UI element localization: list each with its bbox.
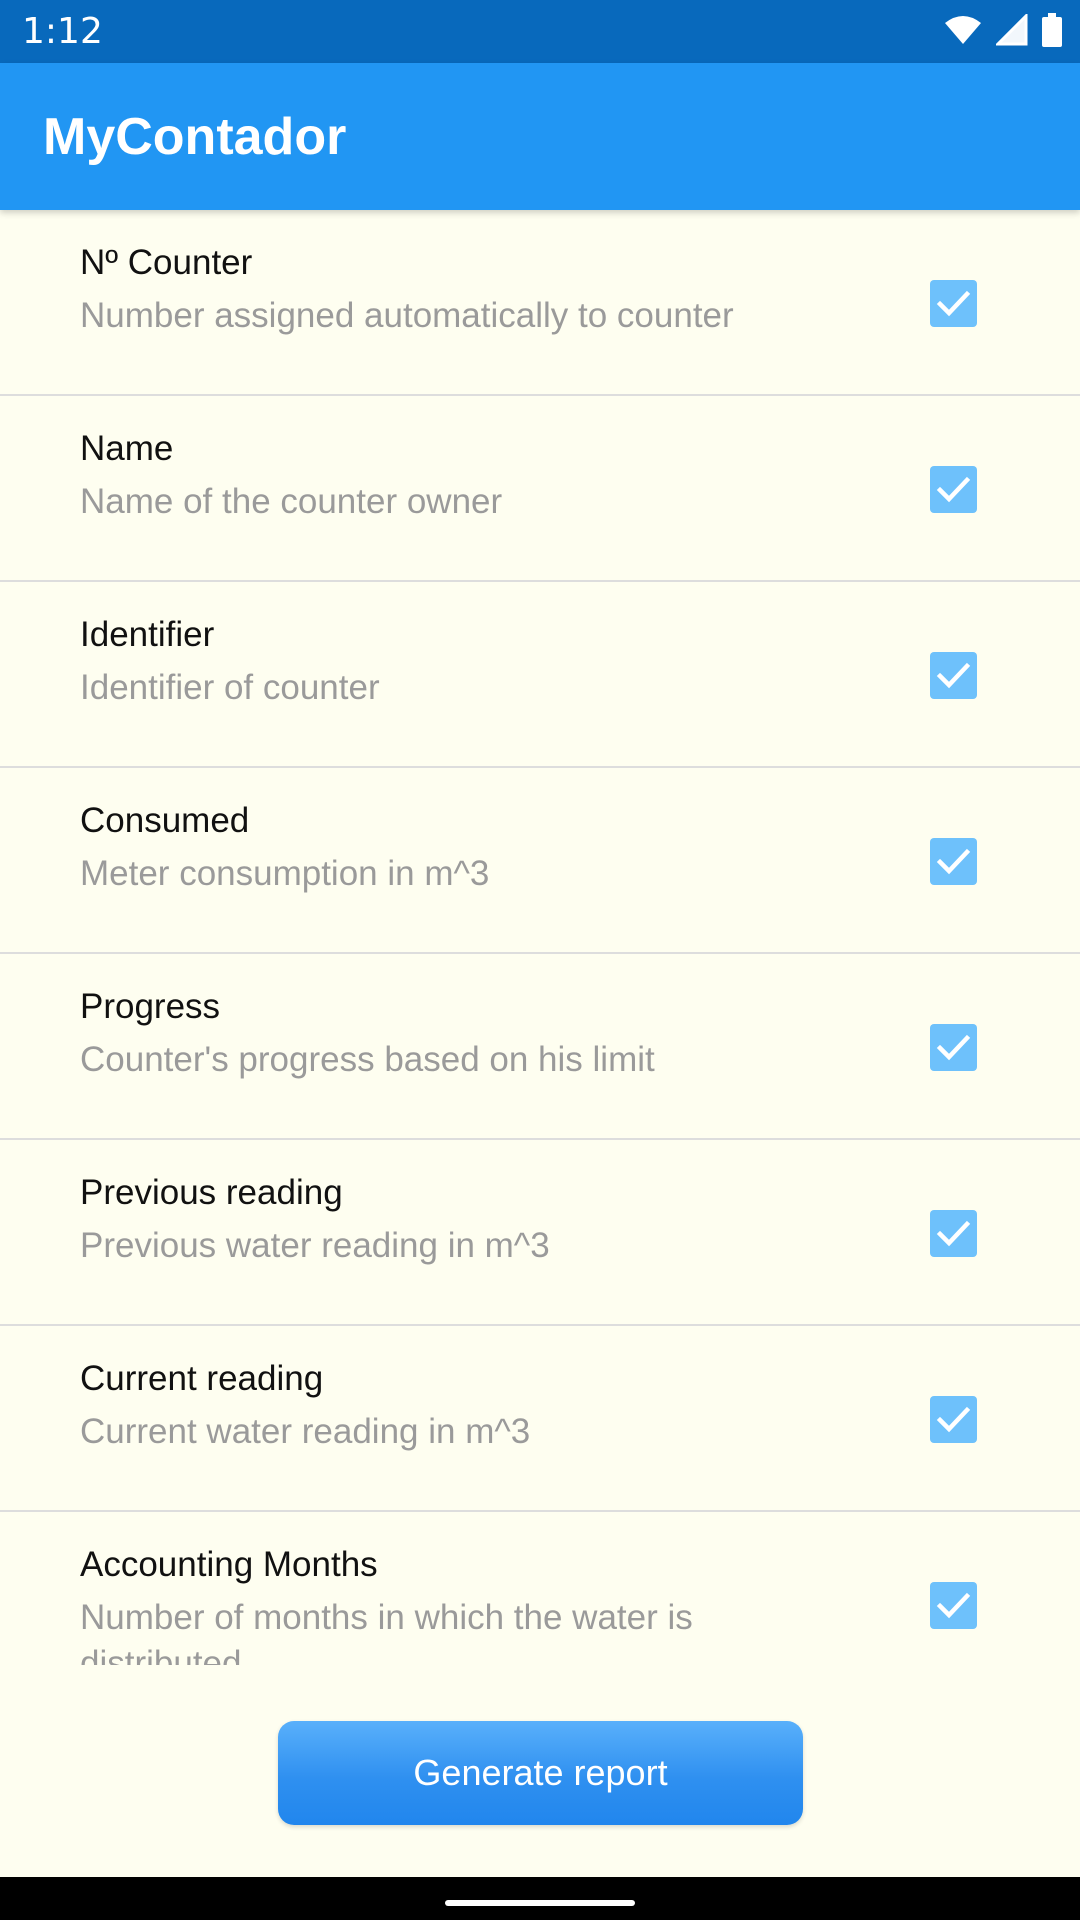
- status-icons: [944, 11, 1062, 52]
- check-icon: [936, 848, 971, 875]
- list-item-previous-reading[interactable]: Previous reading Previous water reading …: [0, 1140, 1080, 1326]
- list-item-counter-number[interactable]: Nº Counter Number assigned automatically…: [0, 210, 1080, 396]
- battery-icon: [1042, 12, 1062, 52]
- report-fields-list: Nº Counter Number assigned automatically…: [0, 210, 1080, 1665]
- checkbox-accounting-months[interactable]: [930, 1582, 977, 1629]
- checkbox-consumed[interactable]: [930, 838, 977, 885]
- list-item-title: Current reading: [80, 1359, 324, 1398]
- check-icon: [936, 1034, 971, 1061]
- list-item-title: Accounting Months: [80, 1545, 378, 1584]
- list-item-title: Consumed: [80, 801, 250, 840]
- list-item-subtitle: Number of months in which the water is d…: [80, 1598, 693, 1665]
- list-item-progress[interactable]: Progress Counter's progress based on his…: [0, 954, 1080, 1140]
- list-item-subtitle: Name of the counter owner: [80, 482, 503, 521]
- checkbox-identifier[interactable]: [930, 652, 977, 699]
- generate-report-button[interactable]: Generate report: [278, 1721, 803, 1825]
- app-bar: MyContador: [0, 63, 1080, 210]
- list-item-title: Nº Counter: [80, 243, 253, 282]
- check-icon: [936, 1592, 971, 1619]
- list-item-subtitle: Number assigned automatically to counter: [80, 296, 734, 335]
- app-title: MyContador: [43, 108, 347, 166]
- list-item-subtitle: Current water reading in m^3: [80, 1412, 531, 1451]
- list-item-title: Identifier: [80, 615, 215, 654]
- check-icon: [936, 1220, 971, 1247]
- list-item-current-reading[interactable]: Current reading Current water reading in…: [0, 1326, 1080, 1512]
- checkbox-counter-number[interactable]: [930, 280, 977, 327]
- home-gesture-handle[interactable]: [445, 1900, 635, 1906]
- list-item-title: Name: [80, 429, 174, 468]
- signal-icon: [994, 11, 1028, 51]
- check-icon: [936, 290, 971, 317]
- status-bar: 1:12: [0, 0, 1080, 63]
- list-item-name[interactable]: Name Name of the counter owner: [0, 396, 1080, 582]
- list-item-title: Previous reading: [80, 1173, 343, 1212]
- check-icon: [936, 1406, 971, 1433]
- check-icon: [936, 662, 971, 689]
- wifi-icon: [944, 15, 982, 50]
- checkbox-previous-reading[interactable]: [930, 1210, 977, 1257]
- list-item-accounting-months[interactable]: Accounting Months Number of months in wh…: [0, 1512, 1080, 1665]
- checkbox-current-reading[interactable]: [930, 1396, 977, 1443]
- list-item-subtitle: Meter consumption in m^3: [80, 854, 490, 893]
- check-icon: [936, 476, 971, 503]
- list-item-identifier[interactable]: Identifier Identifier of counter: [0, 582, 1080, 768]
- list-item-subtitle: Counter's progress based on his limit: [80, 1040, 655, 1079]
- list-item-title: Progress: [80, 987, 221, 1026]
- checkbox-progress[interactable]: [930, 1024, 977, 1071]
- action-area: Generate report: [0, 1665, 1080, 1877]
- status-time: 1:12: [22, 11, 103, 52]
- list-item-subtitle: Identifier of counter: [80, 668, 380, 707]
- navigation-bar: [0, 1877, 1080, 1920]
- list-item-subtitle: Previous water reading in m^3: [80, 1226, 550, 1265]
- list-item-consumed[interactable]: Consumed Meter consumption in m^3: [0, 768, 1080, 954]
- checkbox-name[interactable]: [930, 466, 977, 513]
